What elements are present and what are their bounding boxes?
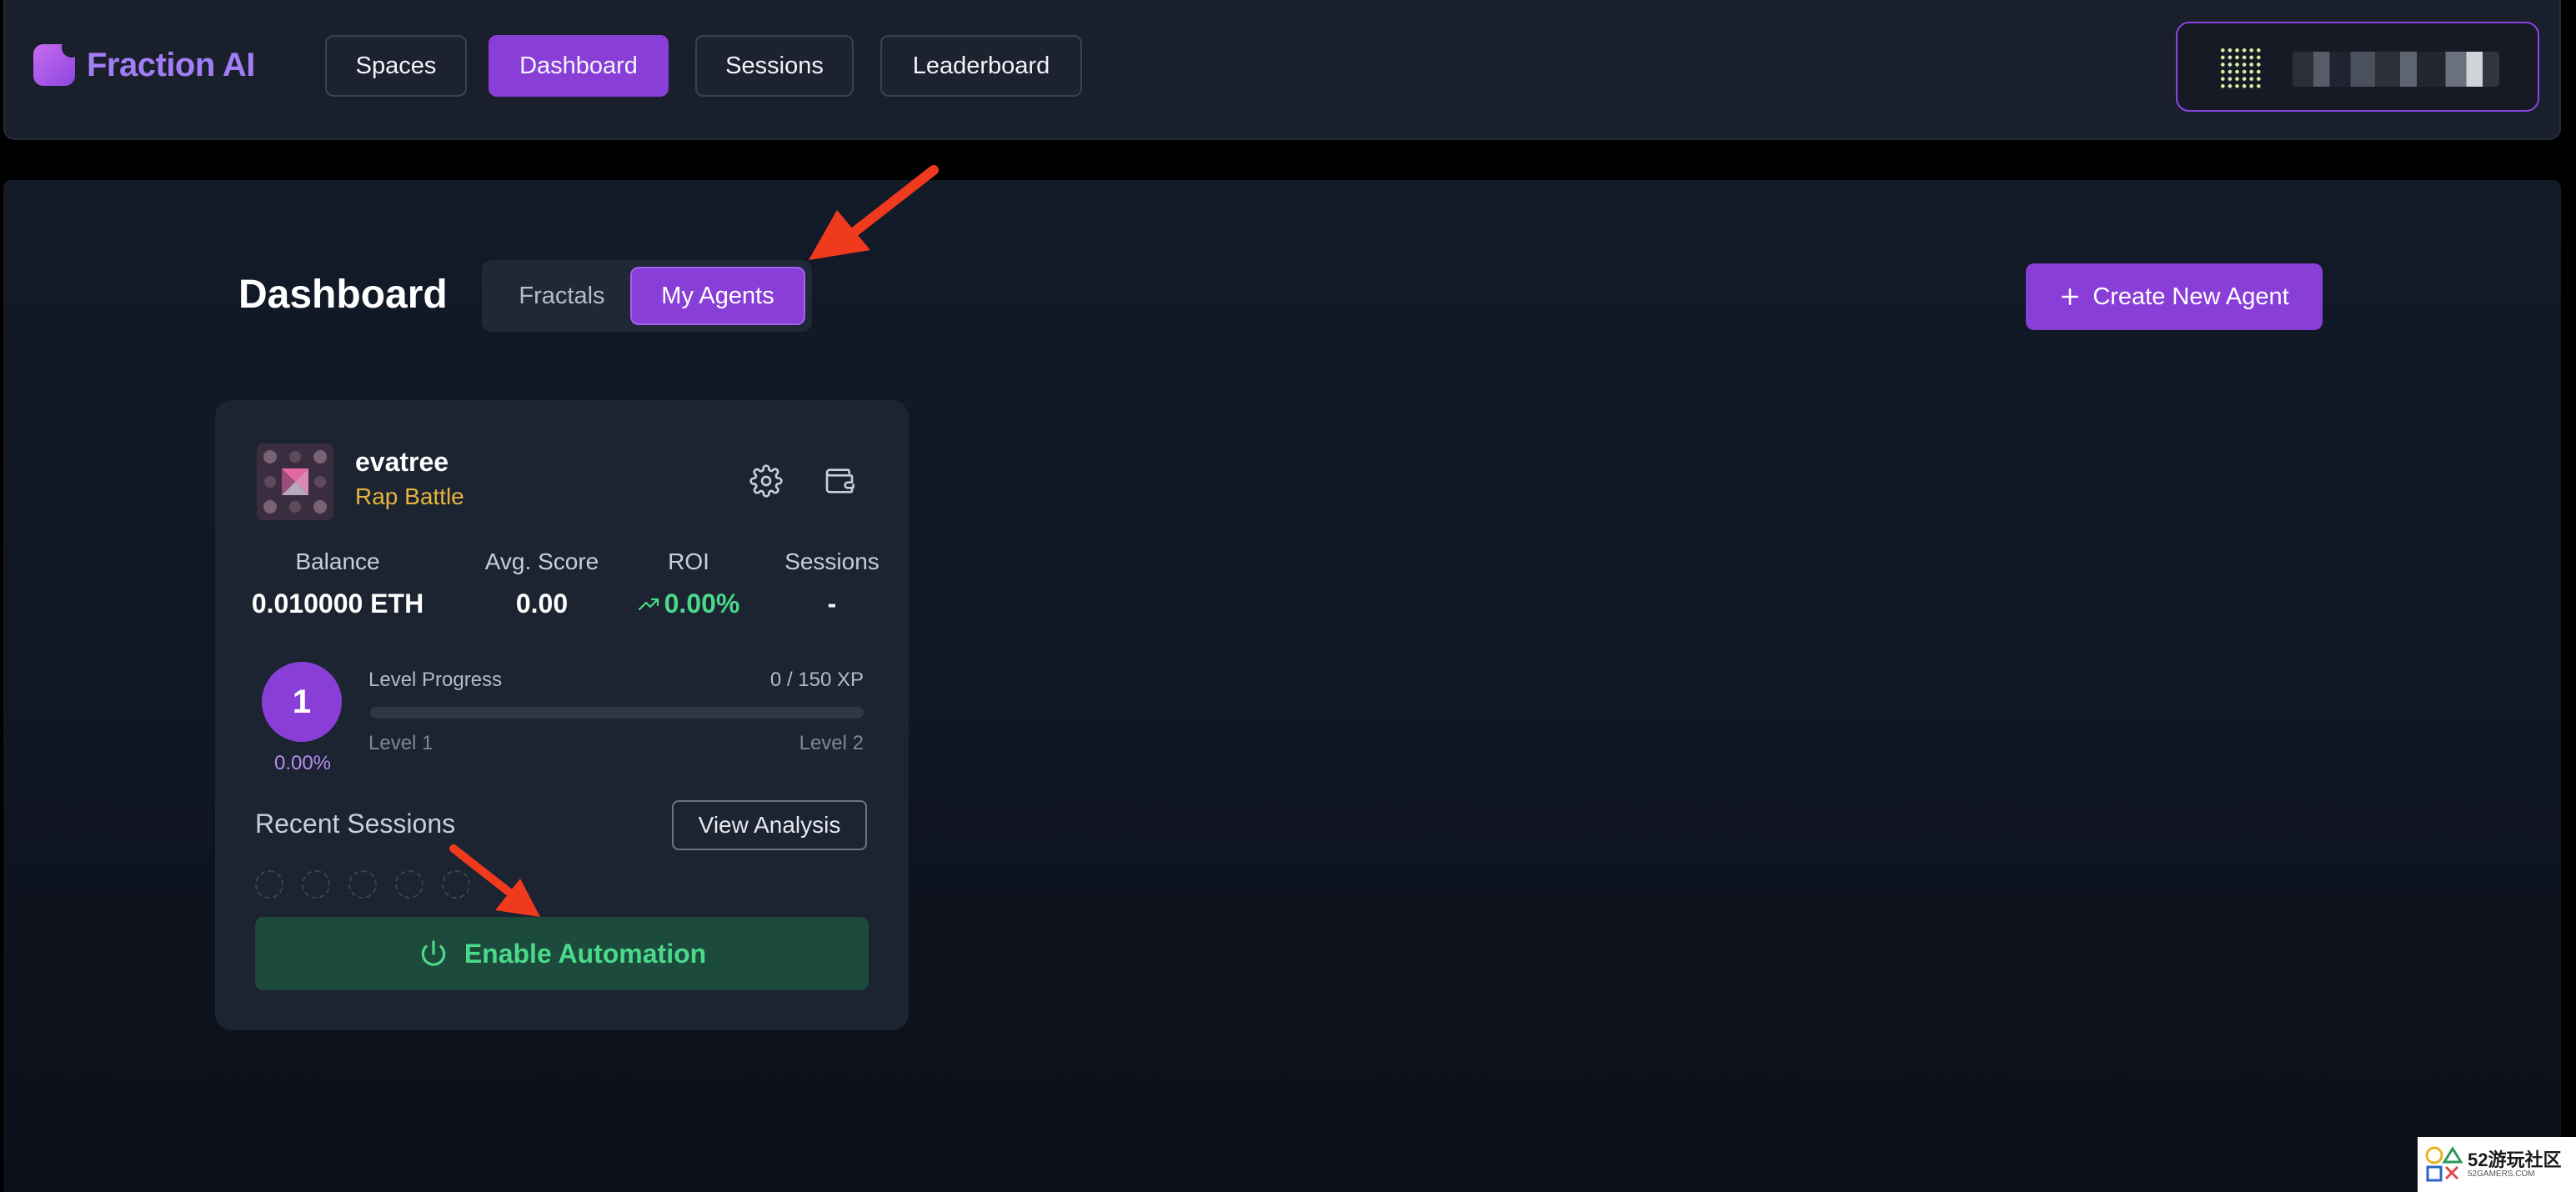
session-placeholder <box>348 870 377 899</box>
recent-sessions-label: Recent Sessions <box>255 809 456 839</box>
gear-icon <box>749 464 783 498</box>
wallet-icon <box>825 468 854 493</box>
create-new-agent-label: Create New Agent <box>2092 283 2289 310</box>
enable-automation-label: Enable Automation <box>464 938 707 969</box>
trend-up-icon <box>638 598 659 610</box>
view-analysis-button[interactable]: View Analysis <box>672 800 867 850</box>
watermark-icon <box>2425 1146 2463 1182</box>
level-progress-bar <box>370 707 864 719</box>
logo-icon <box>33 38 82 86</box>
nav-sessions-button[interactable]: Sessions <box>695 35 854 97</box>
stat-sessions-value: - <box>827 588 837 619</box>
stat-roi-value: 0.00% <box>664 588 740 619</box>
stat-balance-label: Balance <box>295 548 380 574</box>
stat-avg-score-value: 0.00 <box>515 588 569 619</box>
wallet-address-redacted <box>2293 52 2499 87</box>
agent-avatar <box>257 443 333 520</box>
nav-leaderboard-button[interactable]: Leaderboard <box>880 35 1082 97</box>
page-title: Dashboard <box>238 273 448 317</box>
stat-avg-score-label: Avg. Score <box>484 548 599 574</box>
annotation-arrow-icon <box>449 844 540 917</box>
tab-my-agents[interactable]: My Agents <box>630 267 805 325</box>
agent-settings-button[interactable] <box>745 460 787 502</box>
level-progress-section: 1 0.00% Level Progress 0 / 150 XP Level … <box>257 654 874 779</box>
session-placeholder <box>395 870 423 899</box>
power-icon <box>421 940 445 966</box>
level-badge: 1 <box>262 662 342 742</box>
agent-space-label: Rap Battle <box>355 483 464 509</box>
enable-automation-button[interactable]: Enable Automation <box>255 917 869 990</box>
create-new-agent-button[interactable]: Create New Agent <box>2026 263 2323 330</box>
agent-wallet-button[interactable] <box>819 460 860 502</box>
stat-balance-value: 0.010000 ETH <box>251 588 424 619</box>
app-name: Fraction AI <box>87 46 255 83</box>
stat-sessions-label: Sessions <box>784 548 880 574</box>
level-to-label: Level 2 <box>799 732 864 754</box>
dashboard-tabs: Fractals My Agents <box>482 260 812 332</box>
level-from-label: Level 1 <box>368 732 434 754</box>
top-navigation-bar: Fraction AI Spaces Dashboard Sessions Le… <box>3 0 2561 140</box>
level-percent: 0.00% <box>273 752 332 774</box>
agent-name: evatree <box>355 447 449 477</box>
stat-roi-label: ROI <box>668 548 709 574</box>
stat-roi: 0.00% <box>615 588 762 619</box>
tab-fractals[interactable]: Fractals <box>495 267 629 325</box>
session-placeholder <box>255 870 283 899</box>
app-logo[interactable]: Fraction AI <box>33 38 255 87</box>
wallet-avatar <box>2219 47 2263 90</box>
session-placeholder <box>302 870 330 899</box>
watermark-logo: 52游玩社区 52GAMERS.COM <box>2418 1137 2576 1192</box>
plus-icon <box>2062 288 2079 305</box>
level-progress-label: Level Progress <box>368 669 503 691</box>
watermark-text: 52游玩社区 <box>2468 1149 2562 1170</box>
wallet-connect-button[interactable] <box>2176 22 2539 112</box>
level-xp: 0 / 150 XP <box>769 669 864 691</box>
annotation-arrow-icon <box>809 165 939 260</box>
nav-spaces-button[interactable]: Spaces <box>325 35 467 97</box>
nav-dashboard-button[interactable]: Dashboard <box>489 35 669 97</box>
agent-card: evatree Rap Battle Balance 0.010000 ETH … <box>215 400 909 1030</box>
watermark-subtext: 52GAMERS.COM <box>2468 1169 2535 1179</box>
